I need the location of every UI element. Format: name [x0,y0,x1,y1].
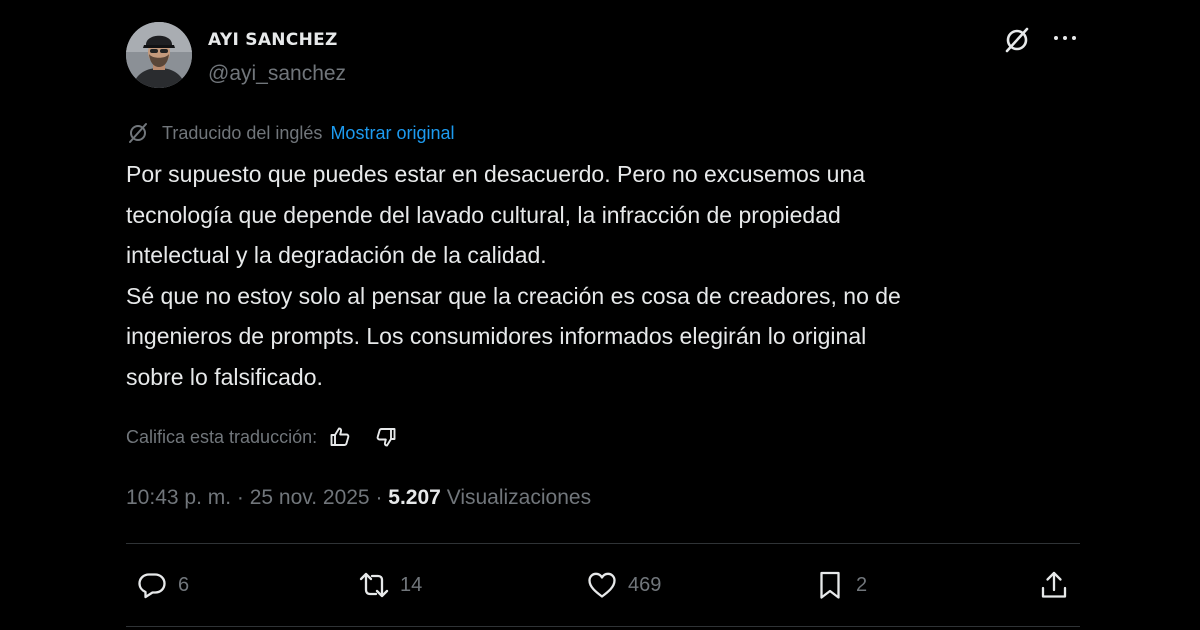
like-count: 469 [628,573,662,596]
divider [126,543,1080,544]
tweet: AYI SANCHEZ @ayi_sanchez Traducido del i… [126,0,1080,630]
translated-label: Traducido del inglés [162,122,323,143]
views-count: 5.207 [388,486,441,509]
share-button[interactable] [1038,568,1070,602]
author-name[interactable]: AYI SANCHEZ [208,30,338,50]
like-button[interactable]: 469 [586,568,661,602]
repost-count: 14 [400,573,423,596]
tweet-time[interactable]: 10:43 p. m. [126,486,231,509]
heart-icon [588,572,616,598]
translation-row: Traducido del inglés Mostrar original [126,120,454,146]
tweet-line: sobre lo falsificado. [126,363,323,390]
show-original-link[interactable]: Mostrar original [330,123,454,144]
thumbs-down-icon[interactable] [373,424,399,450]
reply-count: 6 [178,573,190,596]
reply-button[interactable]: 6 [136,568,189,602]
bookmark-button[interactable]: 2 [814,568,867,602]
meta-separator: · [231,486,250,509]
tweet-line: ingenieros de prompts. Los consumidores … [126,323,867,349]
tweet-line: tecnología que depende del lavado cultur… [126,201,841,228]
tweet-line: intelectual y la degradación de la calid… [126,242,547,268]
tweet-line: Sé que no estoy solo al pensar que la cr… [126,282,901,309]
share-icon [1041,571,1067,598]
more-icon[interactable] [1051,26,1079,50]
bookmark-count: 2 [856,573,868,596]
tweet-line: Por supuesto que puedes estar en desacue… [126,161,866,187]
meta-separator: · [369,486,389,509]
author-handle[interactable]: @ayi_sanchez [208,62,346,86]
divider [126,626,1080,627]
views-label: Visualizaciones [446,486,592,509]
repost-button[interactable]: 14 [358,568,422,602]
tweet-meta: 10:43 p. m. · 25 nov. 2025 · 5.207 Visua… [126,486,591,510]
thumbs-up-icon[interactable] [327,424,353,450]
tweet-date[interactable]: 25 nov. 2025 [250,486,370,509]
avatar[interactable] [126,22,192,88]
tweet-text: Por supuesto que puedes estar en desacue… [126,154,1066,397]
reply-icon [138,573,166,599]
rate-translation-row: Califica esta traducción: [126,423,399,451]
translate-slash-icon [126,121,150,145]
bookmark-icon [820,571,840,599]
rate-translation-label: Califica esta traducción: [126,426,318,447]
grok-slash-icon[interactable] [1002,25,1032,55]
repost-icon [359,572,389,598]
